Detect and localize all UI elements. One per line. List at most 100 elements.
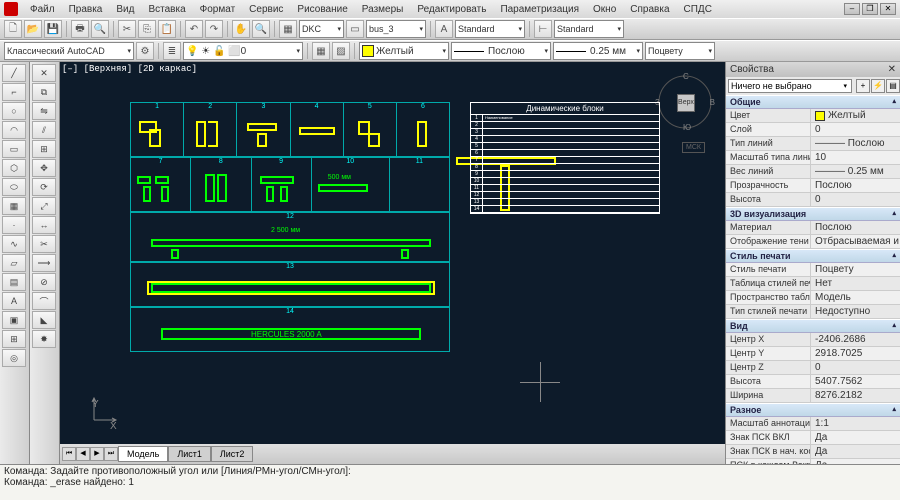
extend-icon[interactable]: ⟶ (32, 254, 56, 272)
copy-icon[interactable]: ⎘ (138, 20, 156, 38)
menu-tools[interactable]: Сервис (243, 2, 289, 17)
tab-sheet2[interactable]: Лист2 (211, 446, 254, 462)
prop-row[interactable]: Стиль печатиПоцвету (726, 263, 900, 277)
scale-icon[interactable]: ⤢ (32, 197, 56, 215)
bus-icon[interactable]: ▭ (346, 20, 364, 38)
menu-edit[interactable]: Правка (63, 2, 109, 17)
chamfer-icon[interactable]: ◣ (32, 311, 56, 329)
explode-icon[interactable]: ✸ (32, 330, 56, 348)
min-button[interactable]: – (844, 3, 860, 15)
move-icon[interactable]: ✥ (32, 159, 56, 177)
copy-icon[interactable]: ⧉ (32, 83, 56, 101)
prop-row[interactable]: Пространство таблиц...Модель (726, 291, 900, 305)
hatch-icon[interactable]: ▦ (2, 197, 26, 215)
polygon-icon[interactable]: ⬡ (2, 159, 26, 177)
layer-select[interactable]: 💡 ☀ 🔓 ⬜ 0 (183, 42, 303, 60)
stretch-icon[interactable]: ↔ (32, 216, 56, 234)
prop-row[interactable]: Знак ПСК ВКЛДа (726, 431, 900, 445)
menu-view[interactable]: Вид (110, 2, 140, 17)
arc-icon[interactable]: ◠ (2, 121, 26, 139)
max-button[interactable]: ❐ (862, 3, 878, 15)
rotate-icon[interactable]: ⟳ (32, 178, 56, 196)
erase-icon[interactable]: ✕ (32, 64, 56, 82)
quicksel-icon[interactable]: ⚡ (871, 79, 885, 93)
insert-icon[interactable]: ⊞ (2, 330, 26, 348)
prop-group[interactable]: Вид (726, 319, 900, 333)
tab-model[interactable]: Модель (118, 446, 168, 462)
app-icon[interactable] (4, 2, 18, 16)
paste-icon[interactable]: 📋 (158, 20, 176, 38)
prop-row[interactable]: Тип стилей печатиНедоступно (726, 305, 900, 319)
layerprop-icon[interactable]: ≣ (163, 42, 181, 60)
region-icon[interactable]: ▱ (2, 254, 26, 272)
point-icon[interactable]: · (2, 216, 26, 234)
fillet-icon[interactable]: ⌒ (32, 292, 56, 310)
ellipse-icon[interactable]: ⬭ (2, 178, 26, 196)
rect-icon[interactable]: ▭ (2, 140, 26, 158)
spline-icon[interactable]: ∿ (2, 235, 26, 253)
menu-file[interactable]: Файл (24, 2, 61, 17)
donut-icon[interactable]: ◎ (2, 349, 26, 367)
undo-icon[interactable]: ↶ (185, 20, 203, 38)
ws-gear-icon[interactable]: ⚙ (136, 42, 154, 60)
plotstyle-select[interactable]: Поцвету (645, 42, 715, 60)
pline-icon[interactable]: ⌐ (2, 83, 26, 101)
cut-icon[interactable]: ✂ (118, 20, 136, 38)
save-icon[interactable]: 💾 (44, 20, 62, 38)
selection-select[interactable]: Ничего не выбрано (728, 79, 852, 93)
lineweight-select[interactable]: 0.25 мм (553, 42, 643, 60)
preview-icon[interactable]: 🔍 (91, 20, 109, 38)
redo-icon[interactable]: ↷ (205, 20, 223, 38)
menu-param[interactable]: Параметризация (494, 2, 585, 17)
print-icon[interactable]: 🖶 (71, 20, 89, 38)
linetype-select[interactable]: Послою (451, 42, 551, 60)
prop-group[interactable]: Стиль печати (726, 249, 900, 263)
prop-row[interactable]: Масштаб аннотаций1:1 (726, 417, 900, 431)
dkc-select[interactable]: DKC (299, 20, 344, 38)
layermatch-icon[interactable]: ▦ (312, 42, 330, 60)
tab-first-icon[interactable]: ⏮ (62, 447, 76, 461)
menu-dim[interactable]: Размеры (356, 2, 410, 17)
prop-row[interactable]: Таблица стилей печатиНет (726, 277, 900, 291)
zoom-icon[interactable]: 🔍 (252, 20, 270, 38)
viewcube[interactable]: С Ю В З Верх (655, 72, 715, 132)
menu-insert[interactable]: Вставка (142, 2, 191, 17)
viewcube-n[interactable]: С (683, 72, 689, 81)
break-icon[interactable]: ⊘ (32, 273, 56, 291)
tab-next-icon[interactable]: ▶ (90, 447, 104, 461)
dkc-icon[interactable]: ▦ (279, 20, 297, 38)
pan-icon[interactable]: ✋ (232, 20, 250, 38)
offset-icon[interactable]: ⫽ (32, 121, 56, 139)
prop-group[interactable]: Общие (726, 95, 900, 109)
prop-row[interactable]: Центр Y2918.7025 (726, 347, 900, 361)
prop-row[interactable]: Высота0 (726, 193, 900, 207)
trim-icon[interactable]: ✂ (32, 235, 56, 253)
prop-group[interactable]: Разное (726, 403, 900, 417)
prop-row[interactable]: Слой0 (726, 123, 900, 137)
menu-format[interactable]: Формат (194, 2, 242, 17)
tab-last-icon[interactable]: ⏭ (104, 447, 118, 461)
bus-select[interactable]: bus_3 (366, 20, 426, 38)
table-icon[interactable]: ▤ (2, 273, 26, 291)
prop-row[interactable]: ПСК в каждом ВэкранеДа (726, 459, 900, 464)
color-select[interactable]: Желтый (359, 42, 449, 60)
prop-row[interactable]: Знак ПСК в нач. коорд.Да (726, 445, 900, 459)
prop-row[interactable]: Ширина8276.2182 (726, 389, 900, 403)
open-icon[interactable]: 📂 (24, 20, 42, 38)
tab-sheet1[interactable]: Лист1 (168, 446, 211, 462)
menu-spds[interactable]: СПДС (678, 2, 718, 17)
new-icon[interactable]: 🗋 (4, 20, 22, 38)
array-icon[interactable]: ⊞ (32, 140, 56, 158)
prop-row[interactable]: Центр X-2406.2686 (726, 333, 900, 347)
textstyle-select[interactable]: Standard (455, 20, 525, 38)
prop-group[interactable]: 3D визуализация (726, 207, 900, 221)
menu-draw[interactable]: Рисование (291, 2, 353, 17)
layeriso-icon[interactable]: ▨ (332, 42, 350, 60)
block-icon[interactable]: ▣ (2, 311, 26, 329)
viewcube-top[interactable]: Верх (677, 94, 695, 112)
menu-window[interactable]: Окно (587, 2, 622, 17)
dimstyle-icon[interactable]: ⊢ (534, 20, 552, 38)
viewcube-s[interactable]: Ю (683, 123, 691, 132)
prop-row[interactable]: Отображение тениОтбрасываемая и прини... (726, 235, 900, 249)
textstyle-icon[interactable]: A (435, 20, 453, 38)
